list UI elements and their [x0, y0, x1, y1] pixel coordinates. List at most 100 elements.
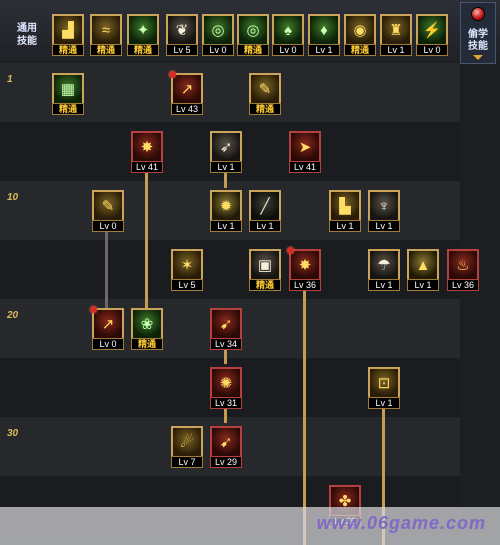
- skill-level-label: Lv 1: [210, 220, 242, 232]
- skill-slot[interactable]: ▙ Lv 1: [329, 190, 361, 232]
- skill-level-label: 精通: [249, 103, 281, 115]
- skill-icon: ↗: [171, 73, 203, 103]
- skill-level-label: 精通: [90, 44, 122, 56]
- skill-slot[interactable]: ♦ Lv 1: [308, 14, 340, 56]
- level-marker-10: 10: [7, 192, 19, 203]
- tree-connector: [224, 172, 227, 188]
- skill-level-label: 精通: [249, 279, 281, 291]
- skill-level-label: Lv 0: [92, 338, 124, 350]
- skill-icon: ✎: [92, 190, 124, 220]
- skill-slot[interactable]: ➹ Lv 29: [210, 426, 242, 468]
- skill-level-label: Lv 34: [210, 338, 242, 350]
- skill-level-label: Lv 1: [329, 220, 361, 232]
- skill-icon: ➹: [210, 426, 242, 456]
- skill-icon: ▦: [52, 73, 84, 103]
- skill-slot[interactable]: ≈ 精通: [90, 14, 122, 56]
- skill-level-label: Lv 0: [416, 44, 448, 56]
- skill-slot[interactable]: ▲ Lv 1: [407, 249, 439, 291]
- skill-slot[interactable]: ◎ 精通: [237, 14, 269, 56]
- skill-level-label: Lv 7: [171, 456, 203, 468]
- skill-slot[interactable]: ✸ Lv 36: [287, 247, 321, 291]
- skill-slot[interactable]: ▦ 精通: [52, 73, 84, 115]
- skill-icon: ◎: [202, 14, 234, 44]
- skill-level-label: Lv 1: [380, 44, 412, 56]
- skill-level-label: 精通: [344, 44, 376, 56]
- skill-slot[interactable]: ❦ Lv 5: [166, 14, 198, 56]
- level-marker-30: 30: [7, 428, 19, 439]
- skill-icon: ✶: [171, 249, 203, 279]
- skill-icon: ▙: [329, 190, 361, 220]
- skill-slot[interactable]: ➹ Lv 34: [210, 308, 242, 350]
- skill-icon: ⚡: [416, 14, 448, 44]
- skill-slot[interactable]: ➤ Lv 41: [289, 131, 321, 173]
- skill-icon: ⊡: [368, 367, 400, 397]
- skill-level-label: Lv 1: [210, 161, 242, 173]
- skill-icon: ❦: [166, 14, 198, 44]
- skill-slot[interactable]: ⚡ Lv 0: [416, 14, 448, 56]
- skill-slot[interactable]: ✎ Lv 0: [92, 190, 124, 232]
- skill-slot[interactable]: ⊡ Lv 1: [368, 367, 400, 409]
- skill-icon: ♠: [272, 14, 304, 44]
- skill-level-label: Lv 0: [92, 220, 124, 232]
- skill-icon: ▟: [52, 14, 84, 44]
- skill-slot[interactable]: ☄ Lv 7: [171, 426, 203, 468]
- skill-icon: ◎: [237, 14, 269, 44]
- skill-icon: ➹: [210, 308, 242, 338]
- skill-slot[interactable]: ▣ 精通: [249, 249, 281, 291]
- watermark-text: www.06game.com: [316, 513, 486, 533]
- skill-slot[interactable]: ✹ Lv 1: [210, 190, 242, 232]
- skill-level-label: Lv 1: [368, 220, 400, 232]
- skill-slot[interactable]: ➶ Lv 1: [210, 131, 242, 173]
- skill-level-label: Lv 1: [368, 397, 400, 409]
- skill-icon: ♜: [380, 14, 412, 44]
- skill-slot[interactable]: ◉ 精通: [344, 14, 376, 56]
- notification-dot-icon: [169, 71, 176, 78]
- skill-level-label: 精通: [237, 44, 269, 56]
- skill-slot[interactable]: ▟ 精通: [52, 14, 84, 56]
- skill-level-label: 精通: [52, 44, 84, 56]
- skill-icon: ☂: [368, 249, 400, 279]
- skill-icon: ✸: [289, 249, 321, 279]
- skill-slot[interactable]: ✸ Lv 41: [131, 131, 163, 173]
- skill-level-label: Lv 1: [407, 279, 439, 291]
- skill-slot[interactable]: ↗ Lv 0: [90, 306, 124, 350]
- level-marker-20: 20: [7, 310, 19, 321]
- skill-slot[interactable]: ✺ Lv 31: [210, 367, 242, 409]
- skill-slot[interactable]: ✦ 精通: [127, 14, 159, 56]
- skill-slot[interactable]: ❀ 精通: [131, 308, 163, 350]
- level-marker-1: 1: [7, 74, 13, 85]
- skill-slot[interactable]: ♠ Lv 0: [272, 14, 304, 56]
- skill-slot[interactable]: ✶ Lv 5: [171, 249, 203, 291]
- skill-icon: ♨: [447, 249, 479, 279]
- skill-icon: ✸: [131, 131, 163, 161]
- tree-connector: [224, 348, 227, 364]
- skill-icon: ▣: [249, 249, 281, 279]
- skill-slot[interactable]: ♨ Lv 36: [447, 249, 479, 291]
- skill-slot[interactable]: ♜ Lv 1: [380, 14, 412, 56]
- notification-dot-icon: [287, 247, 294, 254]
- skill-level-label: Lv 41: [131, 161, 163, 173]
- skill-slot[interactable]: ╱ Lv 1: [249, 190, 281, 232]
- skill-icon: ✎: [249, 73, 281, 103]
- dropdown-arrow-icon: [473, 55, 483, 60]
- skill-level-label: Lv 41: [289, 161, 321, 173]
- skill-slot[interactable]: ♆ Lv 1: [368, 190, 400, 232]
- common-skills-label: 通用 技能: [17, 23, 37, 47]
- skill-level-label: Lv 1: [368, 279, 400, 291]
- skill-level-label: Lv 43: [171, 103, 203, 115]
- skill-icon: ♦: [308, 14, 340, 44]
- skill-level-label: Lv 1: [308, 44, 340, 56]
- skill-level-label: Lv 31: [210, 397, 242, 409]
- skill-icon: ➶: [210, 131, 242, 161]
- skill-slot[interactable]: ◎ Lv 0: [202, 14, 234, 56]
- skill-slot[interactable]: ✎ 精通: [249, 73, 281, 115]
- skill-slot[interactable]: ↗ Lv 43: [169, 71, 203, 115]
- skill-level-label: 精通: [52, 103, 84, 115]
- skill-level-label: Lv 36: [289, 279, 321, 291]
- notification-dot-icon: [90, 306, 97, 313]
- skill-slot[interactable]: ☂ Lv 1: [368, 249, 400, 291]
- red-orb-icon: [472, 8, 484, 20]
- skill-icon: ◉: [344, 14, 376, 44]
- stolen-skills-tab[interactable]: 偷学 技能: [460, 2, 496, 64]
- skill-icon: ❀: [131, 308, 163, 338]
